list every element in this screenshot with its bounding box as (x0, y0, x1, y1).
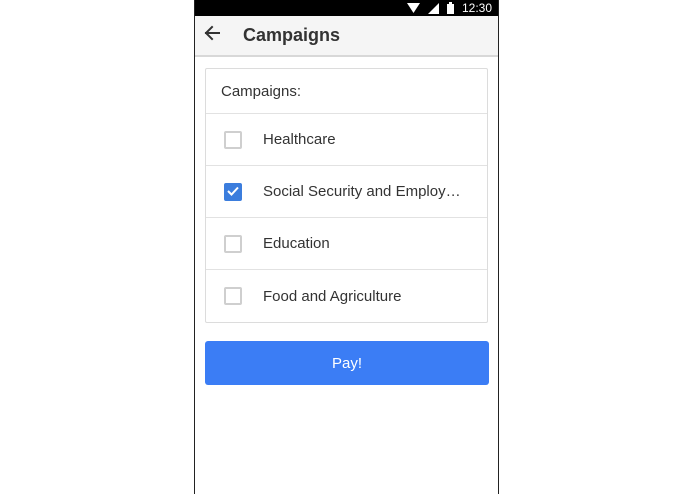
healthcare-checkbox[interactable] (224, 130, 242, 149)
campaign-item-food-agriculture[interactable]: Food and Agriculture (206, 270, 487, 322)
campaign-item-healthcare[interactable]: Healthcare (206, 114, 487, 166)
campaigns-header: Campaigns: (206, 69, 487, 114)
page-title: Campaigns (243, 25, 341, 45)
campaign-label: Social Security and Employ… (263, 183, 461, 200)
campaign-item-education[interactable]: Education (206, 218, 487, 270)
wifi-icon (406, 2, 420, 14)
campaign-label: Healthcare (263, 131, 336, 148)
status-time: 12:30 (461, 1, 492, 15)
pay-button[interactable]: Pay! (205, 341, 489, 385)
signal-icon (427, 2, 439, 14)
battery-icon (446, 2, 454, 14)
campaigns-card: Campaigns: Healthcare Social Security an… (205, 68, 488, 323)
app-bar: Campaigns (195, 16, 498, 57)
campaign-item-social-security[interactable]: Social Security and Employ… (206, 166, 487, 218)
checkmark-icon (227, 183, 239, 201)
education-checkbox[interactable] (224, 234, 242, 253)
campaign-label: Food and Agriculture (263, 287, 402, 305)
back-button[interactable] (197, 15, 227, 56)
social-security-checkbox[interactable] (224, 182, 242, 201)
campaign-label: Education (263, 235, 330, 252)
phone-screen: 12:30 Campaigns Campaigns: Healthcare So… (194, 0, 499, 494)
food-agriculture-checkbox[interactable] (224, 287, 242, 305)
status-bar: 12:30 (195, 0, 498, 16)
arrow-left-icon (204, 25, 220, 46)
